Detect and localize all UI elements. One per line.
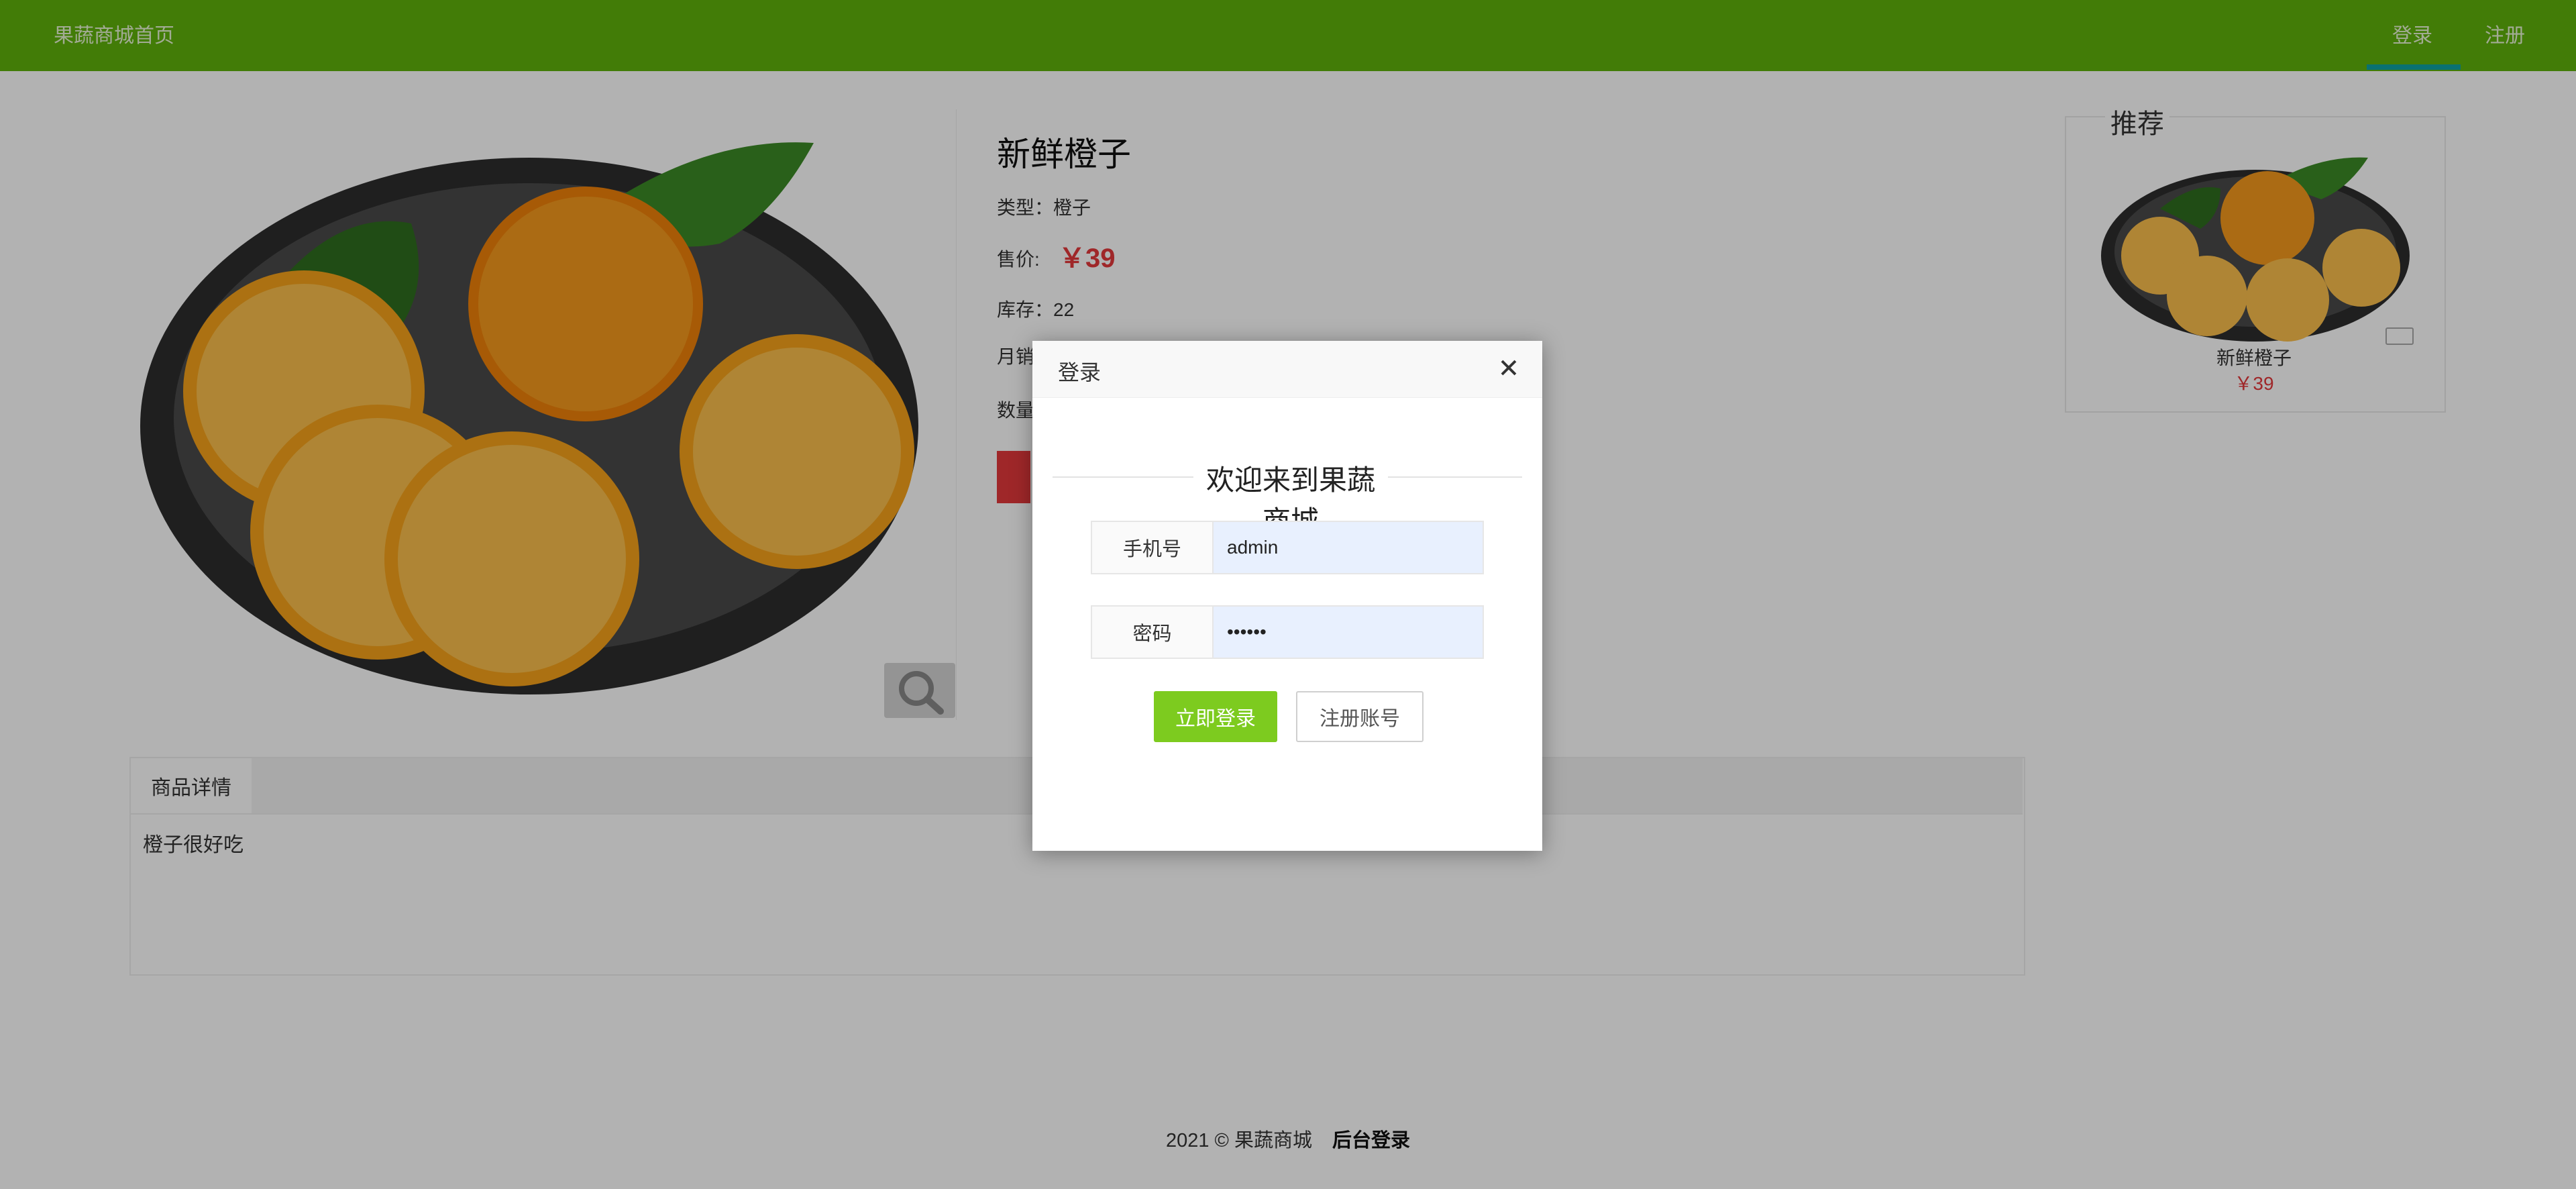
password-field: 密码 [1091,605,1484,659]
phone-field: 手机号 [1091,521,1484,574]
divider-right [1388,476,1522,478]
modal-title: 登录 [1058,360,1102,384]
modal-header [1032,341,1542,398]
login-submit-button[interactable]: 立即登录 [1154,691,1277,742]
password-input[interactable] [1214,607,1483,658]
phone-input[interactable] [1214,522,1483,573]
login-modal: 登录 欢迎来到果蔬商城 手机号 密码 立即登录 注册账号 [1032,341,1542,851]
password-label: 密码 [1092,607,1214,658]
close-icon[interactable] [1495,354,1522,381]
phone-label: 手机号 [1092,522,1214,573]
register-account-button[interactable]: 注册账号 [1296,691,1424,742]
divider-left [1053,476,1193,478]
